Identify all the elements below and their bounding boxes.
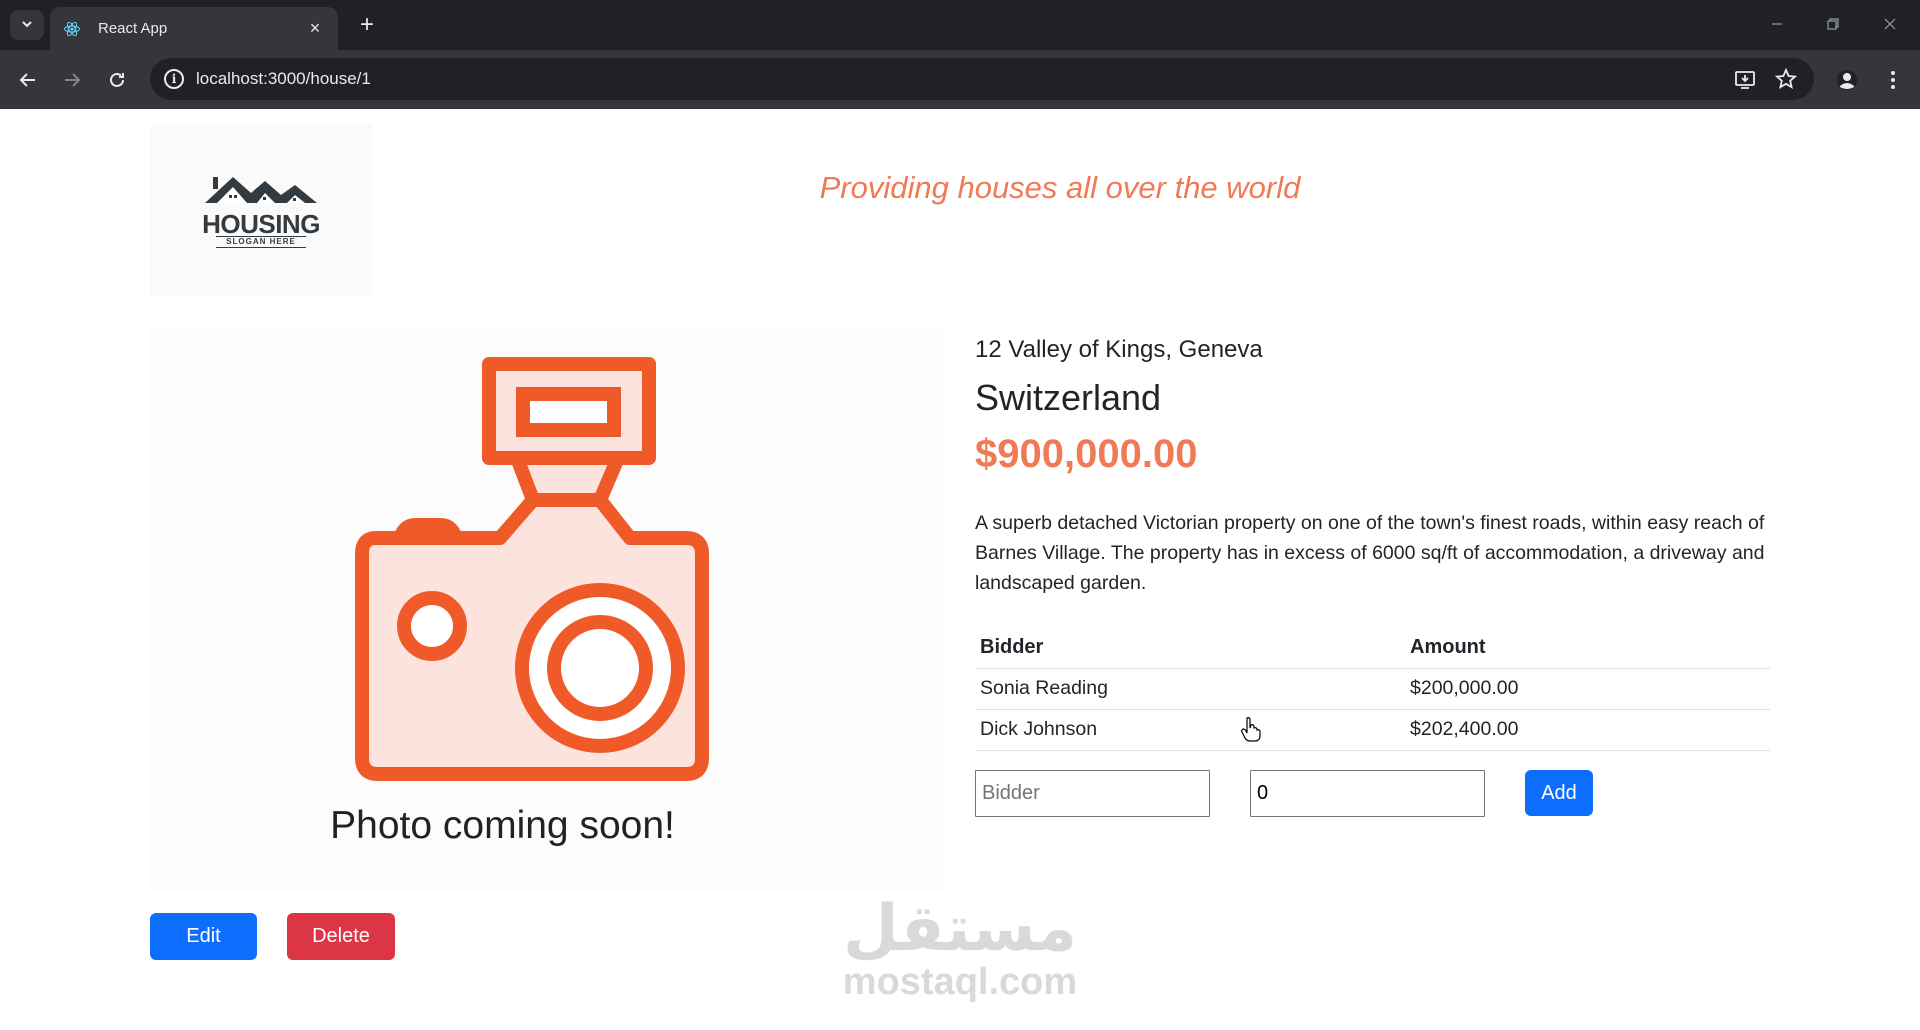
table-row: Sonia Reading $200,000.00 — [975, 668, 1770, 710]
url-text[interactable]: localhost:3000/house/1 — [196, 69, 371, 89]
table-row: Dick Johnson $202,400.00 — [975, 709, 1770, 751]
hand-cursor-icon — [1240, 716, 1262, 742]
profile-icon[interactable] — [1831, 64, 1863, 96]
bid-amount-cell: $200,000.00 — [1405, 668, 1770, 710]
window-close-icon[interactable] — [1870, 8, 1910, 40]
house-photo-placeholder: Photo coming soon! — [150, 328, 945, 890]
logo-slogan: SLOGAN HERE — [216, 235, 306, 248]
site-info-icon[interactable]: i — [164, 69, 184, 89]
restore-icon[interactable] — [1813, 8, 1853, 40]
housing-logo: HOUSING SLOGAN HERE — [150, 124, 372, 296]
bid-amount-cell: $202,400.00 — [1405, 709, 1770, 751]
browser-tab[interactable]: React App × — [50, 7, 338, 50]
edit-button[interactable]: Edit — [150, 913, 257, 960]
watermark-latin: mostaql.com — [842, 961, 1078, 1003]
photo-caption: Photo coming soon! — [330, 804, 675, 847]
tab-title: React App — [98, 20, 168, 37]
logo-text: HOUSING — [202, 208, 320, 239]
chevron-down-icon — [20, 17, 34, 34]
kebab-menu-icon[interactable] — [1877, 64, 1909, 96]
install-app-icon[interactable] — [1733, 67, 1757, 91]
tab-search-button[interactable] — [10, 10, 44, 40]
table-header-row: Bidder Amount — [975, 630, 1770, 669]
forward-arrow-icon[interactable] — [56, 64, 88, 96]
column-header-bidder: Bidder — [975, 630, 1405, 669]
browser-toolbar: i localhost:3000/house/1 — [0, 50, 1920, 109]
new-tab-button[interactable]: + — [352, 10, 382, 40]
delete-button[interactable]: Delete — [287, 913, 395, 960]
amount-input[interactable] — [1250, 770, 1485, 817]
address-bar[interactable]: i localhost:3000/house/1 — [150, 58, 1814, 100]
back-arrow-icon[interactable] — [12, 64, 44, 96]
close-icon[interactable]: × — [304, 18, 326, 39]
react-logo-icon — [62, 19, 82, 39]
add-bid-button[interactable]: Add — [1525, 770, 1593, 816]
reload-icon[interactable] — [101, 64, 133, 96]
page-tagline: Providing houses all over the world — [819, 170, 1301, 205]
watermark: مستقل mostaql.com — [830, 896, 1090, 1002]
house-description: A superb detached Victorian property on … — [975, 512, 1765, 594]
house-country: Switzerland — [975, 377, 1162, 418]
house-price: $900,000.00 — [975, 432, 1198, 476]
house-address: 12 Valley of Kings, Geneva — [975, 336, 1263, 363]
bidder-input[interactable] — [975, 770, 1210, 817]
bookmark-star-icon[interactable] — [1774, 67, 1798, 91]
bid-bidder-cell: Sonia Reading — [975, 668, 1405, 710]
bid-bidder-cell: Dick Johnson — [975, 709, 1405, 751]
minimize-icon[interactable] — [1757, 8, 1797, 40]
houses-roof-icon — [203, 173, 319, 210]
browser-tab-bar: React App × + — [0, 0, 1920, 50]
column-header-amount: Amount — [1405, 630, 1770, 669]
bids-table: Bidder Amount Sonia Reading $200,000.00 … — [975, 630, 1770, 751]
watermark-arabic: مستقل — [842, 892, 1078, 966]
